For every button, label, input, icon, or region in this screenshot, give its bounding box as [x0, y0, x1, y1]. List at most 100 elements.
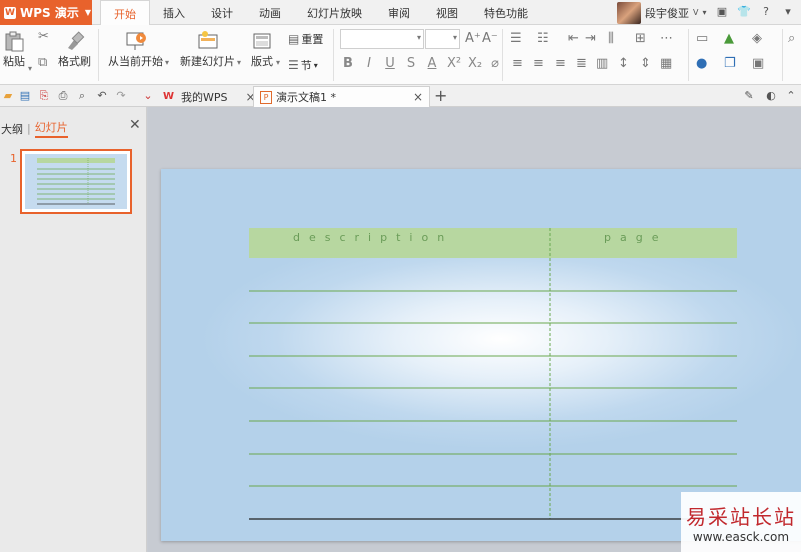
more-icon[interactable]: ⋯ — [660, 31, 673, 46]
slides-panel: 大纲 | 幻灯片 ✕ 1 — [0, 107, 147, 552]
layout-button[interactable]: 版式 — [250, 29, 274, 69]
subscript-icon[interactable]: X₂ — [468, 56, 482, 71]
layout-icon — [250, 29, 274, 53]
app-menu-button[interactable]: W WPS 演示 ▼ — [0, 0, 92, 25]
quick-access-bar: ▰ ▤ ⎘ ⎙ ⌕ ↶ ↷ ⌄ W 我的WPS × P 演示文稿1 * × + … — [0, 85, 801, 107]
chevron-down-icon[interactable]: ▾ — [28, 64, 32, 73]
text-direction-icon[interactable]: ⊞ — [635, 31, 646, 46]
pin-icon[interactable]: ✎ — [742, 88, 756, 103]
close-icon[interactable]: ✕ — [129, 117, 141, 133]
arrange-icon[interactable]: ❐ — [724, 56, 736, 71]
avatar[interactable] — [617, 1, 641, 24]
redo-icon[interactable]: ↷ — [114, 88, 128, 103]
expand-icon[interactable]: ⌃ — [784, 88, 798, 103]
font-shrink-icon[interactable]: A⁻ — [482, 31, 498, 46]
undo-icon[interactable]: ↶ — [95, 88, 109, 103]
clear-format-icon[interactable]: ⌀ — [489, 56, 501, 71]
user-name: 段宇俊亚 — [645, 6, 689, 20]
line-spacing-icon[interactable]: ↕ — [618, 56, 629, 71]
tab-home[interactable]: 开始 — [100, 0, 150, 26]
align-center-icon[interactable]: ≡ — [533, 56, 544, 71]
reset-button[interactable]: ▤ 重置 — [288, 31, 323, 47]
align-right-icon[interactable]: ≡ — [555, 56, 566, 71]
bullet-list-icon[interactable]: ☰ — [510, 31, 522, 46]
tab-design[interactable]: 设计 — [198, 0, 246, 25]
picture-icon[interactable]: ▲ — [724, 31, 734, 46]
decrease-indent-icon[interactable]: ⇤ — [568, 31, 579, 46]
slide-table[interactable] — [161, 169, 801, 541]
chevron-down-icon[interactable]: ▾ — [702, 8, 706, 17]
customize-quick-access-icon[interactable]: ⌄ — [141, 88, 155, 103]
chevron-down-icon[interactable]: ▾ — [276, 58, 280, 67]
numbered-list-icon[interactable]: ☷ — [537, 31, 549, 46]
open-folder-icon[interactable]: ▰ — [1, 88, 15, 103]
table-rows — [249, 290, 737, 487]
tab-insert[interactable]: 插入 — [150, 0, 198, 25]
tab-animation[interactable]: 动画 — [246, 0, 294, 25]
doc-tab-presentation[interactable]: P 演示文稿1 * × — [253, 86, 430, 107]
user-account[interactable]: 段宇俊亚 V ▾ — [617, 0, 707, 25]
paste-button[interactable]: 粘贴 — [2, 29, 26, 69]
panel-tabs: 大纲 | 幻灯片 — [0, 119, 68, 138]
column-icon[interactable]: ⫼ — [608, 31, 614, 46]
font-family-select[interactable]: ▾ — [340, 29, 424, 49]
distribute-icon[interactable]: ▥ — [596, 56, 608, 71]
reset-icon: ▤ — [288, 32, 300, 46]
section-button[interactable]: ☰ 节 ▾ — [288, 57, 318, 73]
new-slide-button[interactable]: 新建幻灯片 — [180, 29, 235, 69]
cut-icon[interactable]: ✂ — [38, 29, 49, 44]
tab-review[interactable]: 审阅 — [375, 0, 423, 25]
paragraph-spacing-icon[interactable]: ⇕ — [640, 56, 651, 71]
doc-tab-my-wps[interactable]: W 我的WPS × — [157, 86, 262, 107]
export-pdf-icon[interactable]: ⎘ — [37, 88, 51, 103]
presentation-file-icon: P — [260, 90, 272, 104]
watermark-text: 易采站长站 — [686, 504, 796, 529]
chevron-down-icon[interactable]: ▾ — [781, 3, 795, 19]
outline-icon[interactable]: ▣ — [752, 56, 764, 71]
new-slide-icon — [196, 29, 220, 53]
help-icon[interactable]: ? — [759, 3, 773, 19]
wps-icon: W — [163, 90, 175, 102]
close-icon[interactable]: × — [413, 90, 423, 104]
column-header-page[interactable]: page — [604, 231, 667, 247]
font-size-select[interactable]: ▾ — [425, 29, 460, 49]
slide[interactable] — [161, 169, 801, 541]
save-cloud-icon[interactable]: ▣ — [715, 3, 729, 19]
font-color-icon[interactable]: A — [426, 56, 438, 71]
tab-features[interactable]: 特色功能 — [471, 0, 541, 25]
font-grow-icon[interactable]: A⁺ — [465, 31, 481, 46]
skin-icon[interactable]: 👕 — [737, 3, 751, 19]
print-preview-icon[interactable]: ⌕ — [75, 88, 89, 103]
strikethrough-icon[interactable]: S — [405, 56, 417, 71]
tab-slideshow[interactable]: 幻灯片放映 — [294, 0, 375, 25]
increase-indent-icon[interactable]: ⇥ — [585, 31, 596, 46]
align-left-icon[interactable]: ≡ — [512, 56, 523, 71]
slideshow-play-icon — [124, 29, 148, 53]
text-box-insert-icon[interactable]: ▭ — [696, 31, 708, 46]
save-icon[interactable]: ▤ — [18, 88, 32, 103]
slide-thumbnail[interactable] — [20, 149, 132, 214]
chevron-down-icon[interactable]: ▾ — [165, 58, 169, 67]
copy-icon[interactable]: ⧉ — [38, 55, 47, 70]
ribbon-toolbar: 粘贴 ▾ ✂ ⧉ 格式刷 从当前开始 ▾ 新建幻灯片 ▾ 版式 ▾ ▤ 重置 ☰… — [0, 25, 801, 85]
chevron-down-icon[interactable]: ▾ — [237, 58, 241, 67]
tab-slides[interactable]: 幻灯片 — [34, 119, 68, 138]
superscript-icon[interactable]: X² — [447, 56, 461, 71]
print-icon[interactable]: ⎙ — [56, 88, 70, 103]
text-box-icon[interactable]: ▦ — [660, 56, 672, 71]
title-bar: W WPS 演示 ▼ 开始 插入 设计 动画 幻灯片放映 审阅 视图 特色功能 … — [0, 0, 801, 26]
underline-icon[interactable]: U — [384, 56, 396, 71]
share-icon[interactable]: ◐ — [764, 88, 778, 103]
justify-icon[interactable]: ≣ — [576, 56, 587, 71]
format-painter-button[interactable]: 格式刷 — [58, 29, 91, 69]
shapes-icon[interactable]: ● — [696, 56, 707, 71]
fill-icon[interactable]: ◈ — [752, 31, 762, 46]
italic-icon[interactable]: I — [363, 56, 375, 71]
new-tab-icon[interactable]: + — [434, 86, 447, 105]
column-header-description[interactable]: description — [293, 231, 453, 247]
find-icon[interactable]: ⌕ — [788, 31, 795, 46]
tab-outline[interactable]: 大纲 — [1, 121, 23, 137]
bold-icon[interactable]: B — [342, 56, 354, 71]
play-from-current-button[interactable]: 从当前开始 — [108, 29, 163, 69]
tab-view[interactable]: 视图 — [423, 0, 471, 25]
